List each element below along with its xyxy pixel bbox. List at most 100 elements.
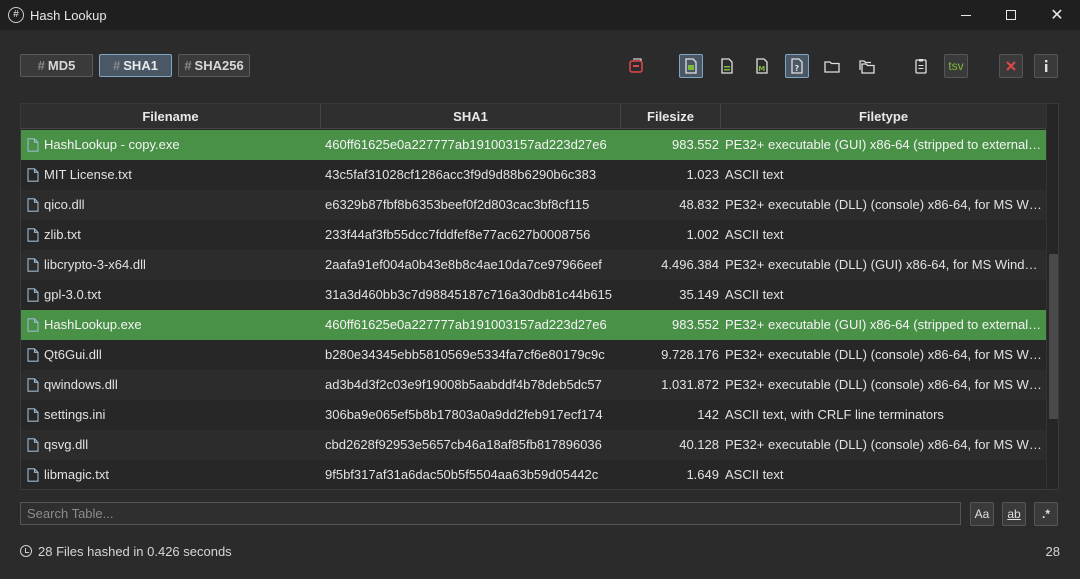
sha256-label: SHA256 <box>194 58 244 73</box>
results-table[interactable]: Filename SHA1 Filesize Filetype HashLook… <box>20 103 1059 490</box>
hash-cell: 306ba9e065ef5b8b17803a0a9dd2feb917ecf174 <box>325 407 603 422</box>
copy-file-button[interactable] <box>679 54 703 78</box>
whole-word-label: ab <box>1007 507 1021 521</box>
filename-cell: HashLookup - copy.exe <box>44 137 180 152</box>
column-header-filesize[interactable]: Filesize <box>621 104 721 129</box>
filesize-cell: 1.002 <box>686 227 719 242</box>
table-row[interactable]: zlib.txt 233f44af3fb55dcc7fddfef8e77ac627… <box>21 220 1046 250</box>
hash-symbol-icon: # <box>113 58 121 73</box>
file-icon <box>27 318 39 332</box>
sha256-button[interactable]: # SHA256 <box>178 54 250 77</box>
table-row[interactable]: settings.ini 306ba9e065ef5b8b17803a0a9dd2… <box>21 400 1046 430</box>
filesize-cell: 1.649 <box>686 467 719 482</box>
filename-cell: zlib.txt <box>44 227 81 242</box>
vertical-scrollbar[interactable] <box>1046 104 1058 489</box>
filetype-cell: PE32+ executable (GUI) x86-64 (stripped … <box>725 317 1042 332</box>
filetype-cell: PE32+ executable (GUI) x86-64 (stripped … <box>725 137 1042 152</box>
markdown-file-button[interactable]: M <box>750 54 774 78</box>
table-row[interactable]: qsvg.dll cbd2628f92953e5657cb46a18af85fb8… <box>21 430 1046 460</box>
column-header-hash[interactable]: SHA1 <box>321 104 621 129</box>
filename-cell: libmagic.txt <box>44 467 110 482</box>
filename-cell: settings.ini <box>44 407 106 422</box>
table-row[interactable]: Qt6Gui.dll b280e34345ebb5810569e5334fa7cf… <box>21 340 1046 370</box>
clipboard-icon <box>915 59 927 74</box>
file-icon <box>27 228 39 242</box>
table-row[interactable]: MIT License.txt 43c5faf31028cf1286acc3f9d… <box>21 160 1046 190</box>
file-icon <box>27 168 39 182</box>
match-case-button[interactable]: Aa <box>970 502 994 526</box>
filesize-cell: 1.031.872 <box>661 377 719 392</box>
sha1-button[interactable]: # SHA1 <box>99 54 172 77</box>
clear-button[interactable] <box>999 54 1023 78</box>
minimize-icon <box>961 14 971 16</box>
hash-cell: 2aafa91ef004a0b43e8b8c4ae10da7ce97966eef <box>325 257 602 272</box>
table-row[interactable]: qwindows.dll ad3b4d3f2c03e9f19008b5aabddf… <box>21 370 1046 400</box>
info-icon <box>1045 60 1048 72</box>
filesize-cell: 1.023 <box>686 167 719 182</box>
copy-file-icon <box>685 58 697 74</box>
filesize-cell: 35.149 <box>679 287 719 302</box>
filename-cell: qsvg.dll <box>44 437 89 452</box>
table-row[interactable]: libmagic.txt 9f5bf317af31a6dac50b5f5504aa… <box>21 460 1046 489</box>
filetype-cell: PE32+ executable (DLL) (console) x86-64,… <box>725 197 1042 212</box>
hash-cell: e6329b87fbf8b6353beef0f2d803cac3bf8cf115 <box>325 197 590 212</box>
hash-cell: 31a3d460bb3c7d98845187c716a30db81c44b615 <box>325 287 613 302</box>
unknown-file-icon: ? <box>791 58 803 74</box>
regex-button[interactable]: .* <box>1034 502 1058 526</box>
filename-cell: gpl-3.0.txt <box>44 287 102 302</box>
file-icon <box>27 468 39 482</box>
scrollbar-thumb[interactable] <box>1049 254 1058 419</box>
status-text: 28 Files hashed in 0.426 seconds <box>38 544 232 559</box>
maximize-button[interactable] <box>988 0 1034 30</box>
open-folders-button[interactable] <box>855 54 879 78</box>
md5-label: MD5 <box>47 58 76 73</box>
open-folder-button[interactable] <box>820 54 844 78</box>
md5-button[interactable]: # MD5 <box>20 54 93 77</box>
table-body: HashLookup - copy.exe 460ff61625e0a227777… <box>21 130 1046 489</box>
file-icon <box>27 348 39 362</box>
export-tsv-button[interactable]: tsv <box>944 54 968 78</box>
info-button[interactable] <box>1034 54 1058 78</box>
table-row[interactable]: libcrypto-3-x64.dll 2aafa91ef004a0b43e8b8… <box>21 250 1046 280</box>
filesize-cell: 983.552 <box>672 137 719 152</box>
column-header-filetype[interactable]: Filetype <box>721 104 1046 129</box>
export-table-button[interactable] <box>715 54 739 78</box>
match-case-label: Aa <box>974 507 990 521</box>
table-row[interactable]: HashLookup - copy.exe 460ff61625e0a227777… <box>21 130 1046 160</box>
red-x-icon <box>1006 61 1016 71</box>
column-header-filename[interactable]: Filename <box>21 104 321 129</box>
unknown-file-button[interactable]: ? <box>785 54 809 78</box>
filetype-cell: ASCII text <box>725 287 784 302</box>
collapse-button[interactable] <box>624 54 648 78</box>
regex-label: .* <box>1041 507 1050 521</box>
hash-cell: 460ff61625e0a227777ab191003157ad223d27e6 <box>325 317 607 332</box>
tsv-label: tsv <box>948 59 964 73</box>
filesize-cell: 983.552 <box>672 317 719 332</box>
hash-cell: b280e34345ebb5810569e5334fa7cf6e80179c9c <box>325 347 605 362</box>
hash-cell: ad3b4d3f2c03e9f19008b5aabddf4b78deb5dc57 <box>325 377 602 392</box>
filetype-cell: ASCII text <box>725 167 784 182</box>
search-input[interactable] <box>20 502 961 525</box>
folders-icon <box>859 60 875 74</box>
table-row[interactable]: gpl-3.0.txt 31a3d460bb3c7d98845187c716a30… <box>21 280 1046 310</box>
close-icon: ✕ <box>1050 5 1064 24</box>
whole-word-button[interactable]: ab <box>1002 502 1026 526</box>
markdown-file-icon: M <box>756 58 768 74</box>
hash-cell: 460ff61625e0a227777ab191003157ad223d27e6 <box>325 137 607 152</box>
hash-cell: 233f44af3fb55dcc7fddfef8e77ac627b0008756 <box>325 227 591 242</box>
file-icon <box>27 258 39 272</box>
filetype-cell: ASCII text <box>725 227 784 242</box>
table-row[interactable]: qico.dll e6329b87fbf8b6353beef0f2d803cac3… <box>21 190 1046 220</box>
title-bar: # Hash Lookup ✕ <box>0 0 1080 30</box>
filesize-cell: 4.496.384 <box>661 257 719 272</box>
clock-icon <box>20 545 32 557</box>
filename-cell: qwindows.dll <box>44 377 118 392</box>
clipboard-button[interactable] <box>909 54 933 78</box>
filename-cell: libcrypto-3-x64.dll <box>44 257 146 272</box>
filetype-cell: ASCII text <box>725 467 784 482</box>
table-row[interactable]: HashLookup.exe 460ff61625e0a227777ab19100… <box>21 310 1046 340</box>
filetype-cell: ASCII text, with CRLF line terminators <box>725 407 944 422</box>
close-window-button[interactable]: ✕ <box>1034 0 1080 30</box>
file-icon <box>27 198 39 212</box>
minimize-button[interactable] <box>943 0 989 30</box>
